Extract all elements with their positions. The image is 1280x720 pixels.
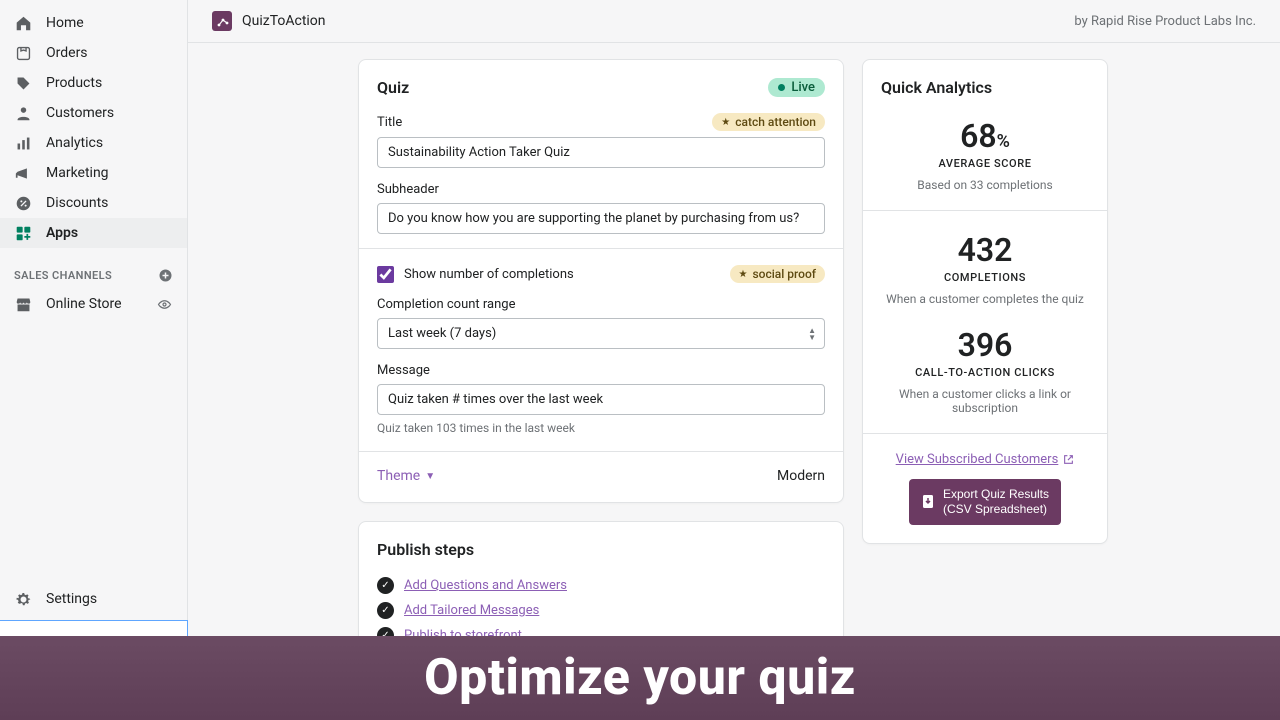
sidebar-item-apps[interactable]: Apps [0,218,187,248]
add-channel-icon[interactable] [158,268,173,283]
sidebar-item-analytics[interactable]: Analytics [0,128,187,158]
download-icon [921,494,935,510]
sidebar-item-label: Apps [46,225,78,241]
subheader-label: Subheader [377,182,439,197]
check-circle-icon: ✓ [377,602,394,619]
chart-icon [14,134,32,152]
social-proof-tag: ★social proof [730,265,825,283]
sidebar-item-orders[interactable]: Orders [0,38,187,68]
person-icon [14,104,32,122]
message-label: Message [377,363,430,378]
theme-value: Modern [777,468,825,484]
cta-sub: When a customer clicks a link or subscri… [881,387,1089,415]
external-icon [1063,454,1074,465]
sidebar-item-marketing[interactable]: Marketing [0,158,187,188]
publish-step-1: ✓ Add Questions and Answers [377,577,825,594]
topbar: QuizToAction by Rapid Rise Product Labs … [188,0,1280,43]
check-circle-icon: ✓ [377,577,394,594]
catch-attention-tag: ★catch attention [712,113,825,131]
quiz-card: Quiz Live Title ★catch attention Subhead… [358,59,844,503]
app-logo-icon [212,11,232,31]
promo-banner: Optimize your quiz [0,636,1280,720]
export-button[interactable]: Export Quiz Results(CSV Spreadsheet) [909,479,1061,525]
by-line: by Rapid Rise Product Labs Inc. [1074,14,1256,29]
completions-label: COMPLETIONS [881,271,1089,284]
sidebar-item-label: Products [46,75,102,91]
gear-icon [14,590,32,608]
show-completions-row[interactable]: Show number of completions [377,266,574,283]
live-dot-icon [778,84,785,91]
sidebar-item-label: Customers [46,105,114,121]
apps-icon [14,224,32,242]
sidebar-item-discounts[interactable]: Discounts [0,188,187,218]
sidebar-item-products[interactable]: Products [0,68,187,98]
publish-step-link[interactable]: Publish to storefront [404,628,522,636]
check-circle-icon: ✓ [377,627,394,636]
live-badge: Live [768,78,825,97]
completions-sub: When a customer completes the quiz [881,292,1089,306]
theme-dropdown[interactable]: Theme ▼ [377,468,435,484]
sidebar-item-label: Online Store [46,296,122,312]
subheader-input[interactable] [377,203,825,234]
range-label: Completion count range [377,297,516,312]
message-input[interactable] [377,384,825,415]
range-select[interactable]: ▲▼ [377,318,825,349]
cta-label: CALL-TO-ACTION CLICKS [881,366,1089,379]
sidebar-item-label: Home [46,15,84,31]
completions-value: 432 [881,231,1089,269]
avg-score-value: 68% [881,117,1089,155]
sidebar-item-label: Settings [46,591,97,607]
avg-score-label: AVERAGE SCORE [881,157,1089,170]
banner-text: Optimize your quiz [424,649,856,707]
publish-card: Publish steps ✓ Add Questions and Answer… [358,521,844,636]
publish-step-3: ✓ Publish to storefront [377,627,825,636]
star-icon: ★ [721,117,730,128]
title-input[interactable] [377,137,825,168]
caret-down-icon: ▼ [425,471,435,482]
star-icon: ★ [739,269,748,280]
sidebar: Home Orders Products Customers Analytics… [0,0,188,720]
avg-score-sub: Based on 33 completions [881,178,1089,192]
publish-step-link[interactable]: Add Questions and Answers [404,578,567,593]
sidebar-item-online-store[interactable]: Online Store [0,289,187,319]
sidebar-item-label: Discounts [46,195,108,211]
message-helper: Quiz taken 103 times in the last week [377,421,825,435]
store-icon [14,295,32,313]
publish-step-link[interactable]: Add Tailored Messages [404,603,539,618]
quiz-card-title: Quiz [377,78,409,97]
discount-icon [14,194,32,212]
cta-value: 396 [881,326,1089,364]
publish-title: Publish steps [377,540,825,559]
sidebar-item-label: Marketing [46,165,109,181]
sidebar-item-home[interactable]: Home [0,8,187,38]
orders-icon [14,44,32,62]
analytics-card: Quick Analytics 68% AVERAGE SCORE Based … [862,59,1108,544]
sidebar-item-customers[interactable]: Customers [0,98,187,128]
tag-icon [14,74,32,92]
analytics-title: Quick Analytics [881,78,1089,97]
app-name: QuizToAction [242,13,326,29]
eye-icon[interactable] [155,295,173,313]
sidebar-item-settings[interactable]: Settings [0,584,187,614]
view-customers-link[interactable]: View Subscribed Customers [896,452,1075,467]
home-icon [14,14,32,32]
publish-step-2: ✓ Add Tailored Messages [377,602,825,619]
title-label: Title [377,115,402,130]
main-content: Quiz Live Title ★catch attention Subhead… [188,43,1280,636]
sidebar-item-label: Analytics [46,135,103,151]
sidebar-heading-channels: SALES CHANNELS [0,262,187,289]
sidebar-item-label: Orders [46,45,88,61]
megaphone-icon [14,164,32,182]
show-completions-checkbox[interactable] [377,266,394,283]
